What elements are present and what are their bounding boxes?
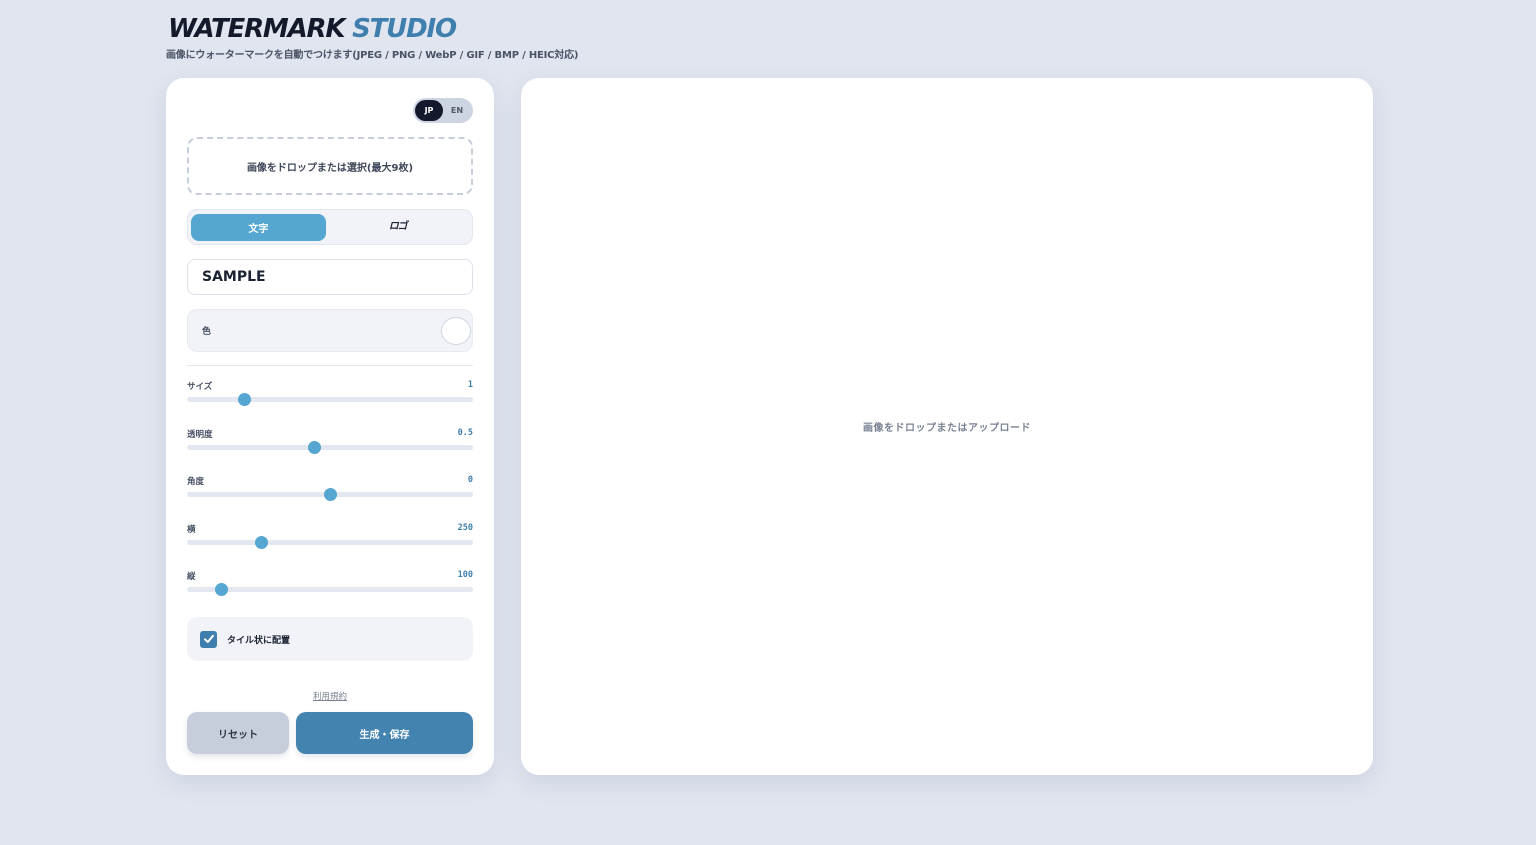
size-slider-group: サイズ 1 — [187, 380, 473, 410]
size-slider-track[interactable] — [187, 393, 473, 406]
section-divider — [187, 365, 473, 366]
opacity-slider-thumb[interactable] — [308, 441, 322, 454]
color-label: 色 — [202, 327, 212, 337]
angle-slider-value: 0 — [467, 475, 473, 485]
vertical-spacing-slider-label: 縦 — [187, 572, 196, 582]
size-slider-thumb[interactable] — [237, 393, 251, 406]
horizontal-spacing-slider-label: 横 — [187, 525, 196, 535]
opacity-slider-value: 0.5 — [457, 428, 473, 438]
mode-logo-button[interactable]: ロゴ — [326, 214, 469, 241]
horizontal-spacing-slider-value: 250 — [457, 523, 473, 533]
angle-slider-group: 角度 0 — [187, 475, 473, 505]
mode-text-button[interactable]: 文字 — [191, 213, 326, 241]
language-toggle[interactable]: JP EN — [413, 98, 473, 123]
angle-slider-thumb[interactable] — [323, 488, 337, 501]
tile-checkbox[interactable] — [200, 630, 217, 648]
horizontal-spacing-slider-thumb[interactable] — [255, 536, 269, 549]
generate-save-button[interactable]: 生成・保存 — [296, 712, 473, 754]
size-slider-label: サイズ — [187, 382, 213, 392]
opacity-slider-label: 透明度 — [187, 430, 213, 440]
dropzone-label: 画像をドロップまたは選択(最大9枚) — [246, 162, 414, 174]
angle-slider-track[interactable] — [187, 488, 473, 501]
horizontal-spacing-slider-track[interactable] — [187, 536, 473, 549]
vertical-spacing-slider-value: 100 — [457, 570, 473, 580]
settings-panel: JP EN 画像をドロップまたは選択(最大9枚) 文字 ロゴ 色 サイズ 1 透… — [166, 78, 494, 775]
image-dropzone[interactable]: 画像をドロップまたは選択(最大9枚) — [187, 137, 473, 195]
logo-word-watermark: WATERMARK — [168, 14, 345, 44]
logo-word-studio: STUDIO — [352, 14, 457, 44]
tile-option-row[interactable]: タイル状に配置 — [187, 617, 473, 661]
horizontal-spacing-slider-group: 横 250 — [187, 523, 473, 553]
vertical-spacing-slider-track[interactable] — [187, 583, 473, 596]
angle-slider-label: 角度 — [187, 477, 205, 487]
preview-placeholder: 画像をドロップまたはアップロード — [863, 423, 1031, 434]
language-en-button[interactable]: EN — [443, 100, 471, 121]
language-jp-button[interactable]: JP — [415, 100, 443, 121]
vertical-spacing-slider-thumb[interactable] — [215, 583, 229, 596]
opacity-slider-group: 透明度 0.5 — [187, 428, 473, 458]
terms-link[interactable]: 利用規約 — [166, 690, 494, 702]
tile-option-label: タイル状に配置 — [227, 635, 291, 646]
reset-button[interactable]: リセット — [187, 712, 289, 754]
app-header: WATERMARK STUDIO 画像にウォーターマークを自動でつけます(JPE… — [166, 14, 579, 61]
color-swatch-picker[interactable] — [441, 316, 471, 345]
watermark-mode-toggle: 文字 ロゴ — [187, 209, 473, 245]
preview-area[interactable]: 画像をドロップまたはアップロード — [521, 78, 1373, 775]
vertical-spacing-slider-group: 縦 100 — [187, 570, 473, 600]
watermark-text-input[interactable] — [187, 259, 473, 295]
size-slider-value: 1 — [467, 380, 473, 390]
app-subtitle: 画像にウォーターマークを自動でつけます(JPEG / PNG / WebP / … — [166, 50, 579, 61]
color-row: 色 — [187, 309, 473, 352]
app-logo: WATERMARK STUDIO — [168, 14, 578, 44]
checkmark-icon — [203, 634, 214, 643]
opacity-slider-track[interactable] — [187, 441, 473, 454]
